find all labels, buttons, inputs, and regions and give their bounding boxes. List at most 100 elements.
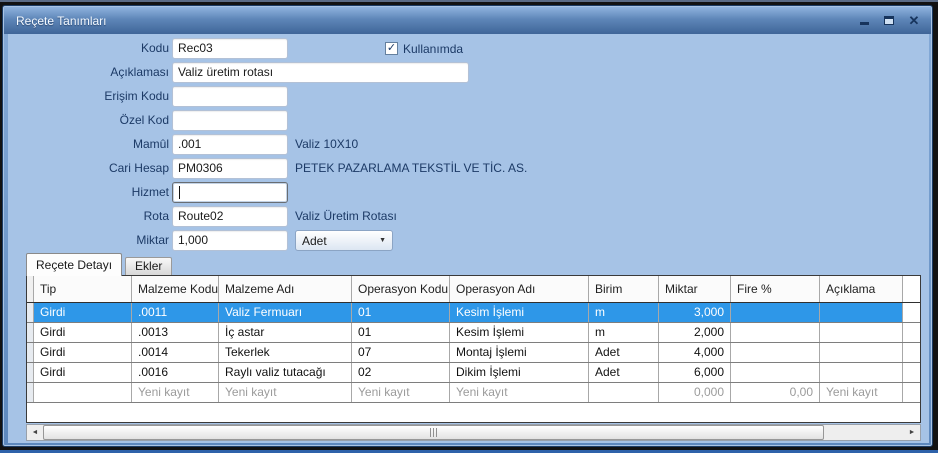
cell-miktar[interactable]: 0,000 — [659, 383, 731, 402]
cell-fire[interactable] — [731, 323, 820, 342]
cell-a-klama[interactable] — [820, 343, 903, 362]
cell-operasyon-kodu[interactable]: 01 — [352, 303, 450, 322]
grid-row-1[interactable]: Girdi.0013İç astar01Kesim İşlemim2,000 — [27, 323, 920, 343]
maximize-icon — [884, 16, 894, 25]
scroll-right-arrow[interactable]: ► — [904, 425, 920, 440]
cell-birim[interactable]: Adet — [589, 343, 659, 362]
cell-malzeme-ad[interactable]: İç astar — [219, 323, 352, 342]
text-cursor — [179, 186, 180, 199]
mamul-input[interactable]: .001 — [172, 134, 288, 155]
tab-bar: Reçete DetayıEkler — [26, 253, 172, 276]
cell-operasyon-kodu[interactable]: 01 — [352, 323, 450, 342]
cell-malzeme-kodu[interactable]: .0016 — [132, 363, 219, 382]
cell-filler — [903, 303, 920, 322]
row-selector[interactable] — [27, 323, 34, 342]
cell-tip[interactable]: Girdi — [34, 323, 132, 342]
row-selector[interactable] — [27, 383, 34, 402]
column-header-operasyon-ad[interactable]: Operasyon Adı — [450, 276, 589, 302]
unit-dropdown[interactable]: Adet▼ — [295, 230, 393, 251]
column-header-tip[interactable]: Tip — [34, 276, 132, 302]
cell-malzeme-kodu[interactable]: .0014 — [132, 343, 219, 362]
cell-a-klama[interactable] — [820, 303, 903, 322]
cell-operasyon-ad[interactable]: Montaj İşlemi — [450, 343, 589, 362]
cell-miktar[interactable]: 2,000 — [659, 323, 731, 342]
column-header-miktar[interactable]: Miktar — [659, 276, 731, 302]
column-header-birim[interactable]: Birim — [589, 276, 659, 302]
window-title: Reçete Tanımları — [4, 14, 107, 28]
cell-tip[interactable] — [34, 383, 132, 402]
grid-row-0[interactable]: Girdi.0011Valiz Fermuarı01Kesim İşlemim3… — [27, 303, 920, 323]
cell-birim[interactable] — [589, 383, 659, 402]
cell-operasyon-ad[interactable]: Kesim İşlemi — [450, 323, 589, 342]
grid-new-row[interactable]: Yeni kayıtYeni kayıtYeni kayıtYeni kayıt… — [27, 383, 920, 403]
tab-recete-detayi[interactable]: Reçete Detayı — [26, 253, 122, 276]
cell-a-klama[interactable] — [820, 363, 903, 382]
cell-tip[interactable]: Girdi — [34, 363, 132, 382]
cell-tip[interactable]: Girdi — [34, 303, 132, 322]
cell-fire[interactable]: 0,00 — [731, 383, 820, 402]
field-label-kodu: Kodu — [28, 38, 169, 59]
column-header-a-klama[interactable]: Açıklama — [820, 276, 903, 302]
scrollbar-thumb[interactable] — [43, 425, 824, 440]
cari-hesap-input[interactable]: PM0306 — [172, 158, 288, 179]
grid-row-3[interactable]: Girdi.0016Raylı valiz tutacağı02Dikim İş… — [27, 363, 920, 383]
row-selector[interactable] — [27, 303, 34, 322]
cell-operasyon-ad[interactable]: Yeni kayıt — [450, 383, 589, 402]
field-label-aciklamasi: Açıklaması — [28, 62, 169, 83]
cell-malzeme-ad[interactable]: Valiz Fermuarı — [219, 303, 352, 322]
cell-miktar[interactable]: 3,000 — [659, 303, 731, 322]
kullanimda-checkbox[interactable]: ✓ Kullanımda — [385, 41, 463, 56]
cell-operasyon-kodu[interactable]: 02 — [352, 363, 450, 382]
row-selector[interactable] — [27, 343, 34, 362]
form-row-kodu: KoduRec03 — [8, 38, 929, 59]
cell-fire[interactable] — [731, 363, 820, 382]
grid-row-2[interactable]: Girdi.0014Tekerlek07Montaj İşlemiAdet4,0… — [27, 343, 920, 363]
erisim-kodu-input[interactable] — [172, 86, 288, 107]
minimize-icon — [860, 22, 869, 25]
cell-fire[interactable] — [731, 303, 820, 322]
aciklamasi-input[interactable]: Valiz üretim rotası — [172, 62, 469, 83]
cell-a-klama[interactable]: Yeni kayıt — [820, 383, 903, 402]
cell-a-klama[interactable] — [820, 323, 903, 342]
checkbox-check-icon: ✓ — [385, 42, 398, 55]
cell-tip[interactable]: Girdi — [34, 343, 132, 362]
cell-malzeme-ad[interactable]: Tekerlek — [219, 343, 352, 362]
row-selector[interactable] — [27, 363, 34, 382]
miktar-input[interactable]: 1,000 — [172, 230, 288, 251]
cell-operasyon-ad[interactable]: Dikim İşlemi — [450, 363, 589, 382]
scroll-left-arrow[interactable]: ◄ — [27, 425, 43, 440]
maximize-button[interactable] — [882, 14, 896, 28]
hizmet-input[interactable] — [172, 182, 288, 203]
cell-operasyon-kodu[interactable]: Yeni kayıt — [352, 383, 450, 402]
cell-operasyon-ad[interactable]: Kesim İşlemi — [450, 303, 589, 322]
horizontal-scrollbar[interactable]: ◄ ► — [26, 424, 921, 441]
cell-miktar[interactable]: 6,000 — [659, 363, 731, 382]
cell-malzeme-ad[interactable]: Raylı valiz tutacağı — [219, 363, 352, 382]
form-row-miktar: Miktar1,000Adet▼ — [8, 230, 929, 251]
cell-birim[interactable]: m — [589, 303, 659, 322]
minimize-button[interactable] — [857, 14, 871, 28]
cell-malzeme-ad[interactable]: Yeni kayıt — [219, 383, 352, 402]
cell-fire[interactable] — [731, 343, 820, 362]
cell-malzeme-kodu[interactable]: .0013 — [132, 323, 219, 342]
cell-operasyon-kodu[interactable]: 07 — [352, 343, 450, 362]
tab-ekler[interactable]: Ekler — [125, 257, 172, 276]
cell-miktar[interactable]: 4,000 — [659, 343, 731, 362]
close-button[interactable]: ✕ — [907, 14, 921, 28]
titlebar[interactable]: Reçete Tanımları ✕ — [4, 7, 931, 34]
ozel-kod-input[interactable] — [172, 110, 288, 131]
column-header-fire[interactable]: Fire % — [731, 276, 820, 302]
column-header-operasyon-kodu[interactable]: Operasyon Kodu — [352, 276, 450, 302]
cell-birim[interactable]: Adet — [589, 363, 659, 382]
kodu-input[interactable]: Rec03 — [172, 38, 288, 59]
cell-malzeme-kodu[interactable]: .0011 — [132, 303, 219, 322]
column-header-malzeme-kodu[interactable]: Malzeme Kodu — [132, 276, 219, 302]
cell-birim[interactable]: m — [589, 323, 659, 342]
form-row-rota: RotaRoute02Valiz Üretim Rotası — [8, 206, 929, 227]
cell-malzeme-kodu[interactable]: Yeni kayıt — [132, 383, 219, 402]
rota-input[interactable]: Route02 — [172, 206, 288, 227]
scrollbar-track[interactable] — [43, 425, 904, 440]
column-header-malzeme-ad[interactable]: Malzeme Adı — [219, 276, 352, 302]
recipe-definitions-window: Reçete Tanımları ✕ KoduRec03AçıklamasıVa… — [2, 5, 933, 447]
field-label-cari-hesap: Cari Hesap — [28, 158, 169, 179]
